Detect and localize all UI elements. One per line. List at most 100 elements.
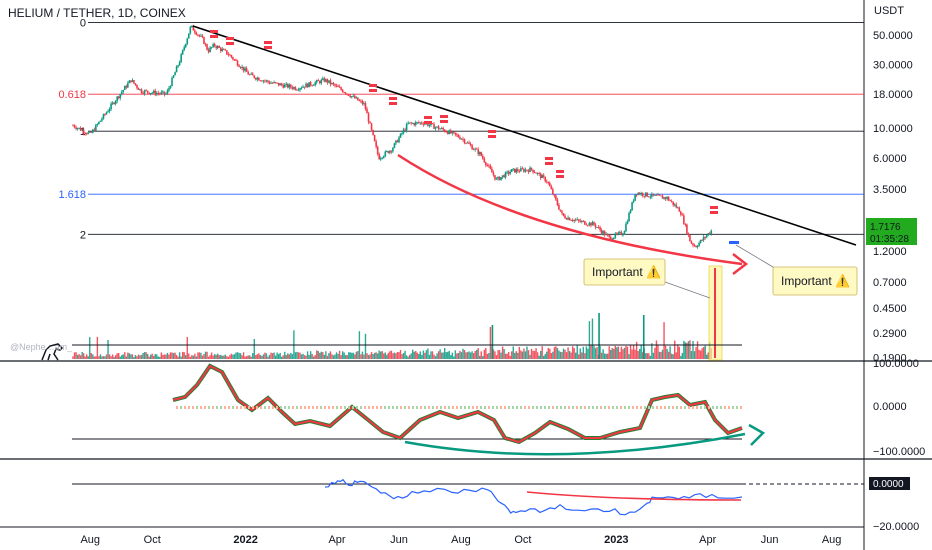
volume-bar (128, 353, 131, 359)
candle-body (433, 123, 435, 129)
volume-bar (681, 352, 684, 359)
candle-body (279, 83, 281, 86)
osc-histogram-bar (340, 406, 342, 409)
candle-body (102, 114, 105, 119)
candle-body (676, 207, 679, 209)
candle-body (478, 152, 481, 155)
volume-bar (389, 351, 391, 359)
volume-bar (465, 352, 467, 359)
signal-marker-blue (729, 241, 739, 244)
volume-bar (506, 353, 508, 359)
price-tick-8: 0.7000 (873, 277, 907, 289)
osc-histogram-bar (520, 406, 522, 409)
signal-marker-3 (369, 84, 377, 87)
volume-bar (550, 352, 553, 359)
candle-body (635, 194, 638, 196)
volume-bar (539, 350, 542, 359)
candle-body (308, 82, 310, 88)
volume-bar (706, 354, 708, 359)
volume-bar (523, 348, 525, 359)
volume-bar (552, 351, 554, 359)
candle-body (614, 233, 617, 238)
volume-bar (230, 353, 233, 359)
candle-body (593, 222, 595, 225)
osc-histogram-bar (368, 406, 370, 409)
volume-bar (651, 343, 653, 359)
candle-body (617, 232, 620, 234)
volume-bar (543, 355, 545, 359)
volume-bar (590, 344, 592, 359)
candle-body (681, 214, 684, 216)
volume-bar (565, 352, 568, 359)
candle-body (232, 57, 234, 60)
volume-bar (191, 355, 193, 359)
volume-bar (511, 351, 513, 359)
candle-body (352, 95, 355, 97)
candle-body (399, 133, 402, 138)
candle-body (696, 246, 699, 248)
osc-histogram-bar (180, 406, 182, 409)
volume-bar (299, 352, 301, 359)
candle-body (545, 181, 548, 183)
volume-bar (148, 356, 150, 359)
signal-marker-7-b (488, 135, 496, 138)
volume-bar (384, 352, 386, 359)
candle-body (293, 87, 295, 89)
candle-body (494, 175, 496, 180)
volume-bar (472, 353, 475, 359)
candle-body (312, 85, 315, 86)
candle-body (641, 193, 644, 196)
candle-body (542, 175, 545, 177)
volume-spike-1 (598, 313, 600, 359)
volume-bar (462, 348, 464, 359)
callout-important-left: Important ⚠️ (583, 258, 711, 299)
volume-bar (261, 355, 263, 359)
volume-bar (533, 350, 536, 359)
time-tick-3: Apr (328, 534, 345, 546)
candle-body (230, 55, 233, 58)
osc-histogram-bar (296, 406, 298, 409)
candle-body (571, 220, 574, 222)
volume-bar (357, 351, 359, 359)
volume-bar (558, 350, 560, 359)
volume-bar (450, 355, 452, 359)
osc-histogram-bar (300, 406, 302, 409)
candle-body (646, 192, 649, 197)
volume-bar (227, 356, 230, 359)
candle-body (651, 193, 653, 197)
candle-body (536, 173, 539, 174)
candle-body (395, 140, 397, 144)
candle-body (523, 168, 525, 172)
osc-histogram-bar (672, 406, 674, 409)
volume-bar (405, 355, 408, 359)
osc-histogram-bar (212, 406, 214, 409)
volume-bar (380, 351, 382, 359)
callout-important-right: Important ⚠️ (735, 244, 858, 296)
volume-bar (570, 352, 572, 359)
volume-bar (562, 348, 565, 359)
volume-bar (279, 352, 281, 359)
volume-bar (655, 340, 658, 359)
candle-body (673, 204, 676, 206)
candle-body (539, 173, 542, 179)
candle-body (73, 125, 76, 128)
osc-histogram-bar (288, 406, 290, 409)
volume-bar (529, 354, 531, 359)
candle-body (500, 177, 502, 181)
price-tick-5: 3.5000 (873, 184, 907, 196)
volume-bar (617, 346, 620, 359)
volume-bar (419, 351, 422, 359)
candle-body (200, 35, 202, 37)
volume-bar (479, 355, 481, 359)
osc-histogram-bar (448, 406, 450, 409)
candle-body (226, 50, 228, 55)
osc-histogram-bar (452, 406, 454, 409)
candle-body (93, 129, 96, 131)
volume-bar (331, 354, 333, 359)
osc-histogram-bar (548, 406, 550, 409)
candle-body (612, 237, 615, 240)
candle-body (154, 90, 157, 95)
candle-body (294, 87, 297, 90)
osc-histogram-bar (524, 406, 526, 409)
volume-bar (553, 347, 556, 359)
